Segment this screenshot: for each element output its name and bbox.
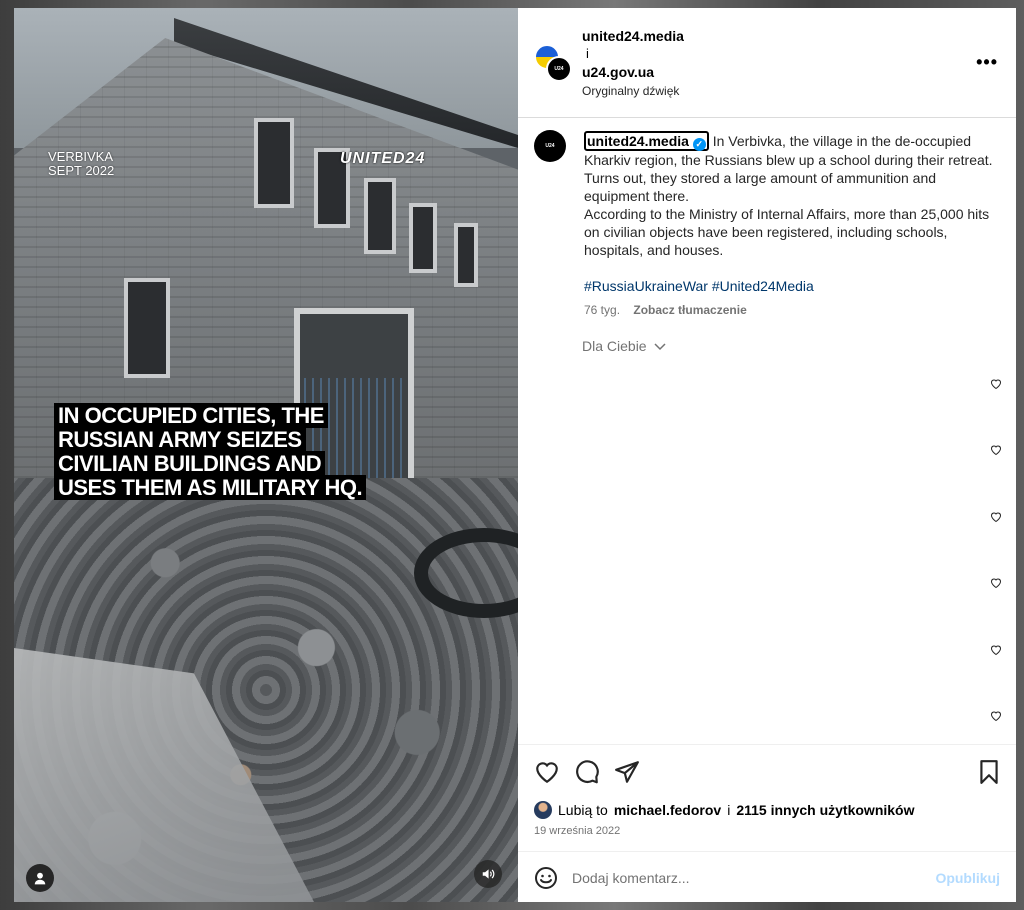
- like-heart-icon[interactable]: [534, 759, 560, 785]
- post-date[interactable]: 19 września 2022: [534, 825, 620, 837]
- caption-hashtags[interactable]: #RussiaUkraineWar #United24Media: [584, 277, 994, 295]
- comment-icon[interactable]: [574, 759, 600, 785]
- likes-summary: Lubią to michael.fedorov i 2115 innych u…: [534, 801, 915, 819]
- comment-like-heart-icon[interactable]: [990, 444, 1002, 456]
- location-date: SEPT 2022: [48, 163, 115, 178]
- caption-meta: 76 tyg. Zobacz tłumaczenie: [584, 301, 994, 319]
- audio-label[interactable]: Oryginalny dźwięk: [582, 84, 679, 98]
- avatar: U24: [546, 56, 572, 82]
- comment-like-heart-icon[interactable]: [990, 511, 1002, 523]
- video-headline: IN OCCUPIED CITIES, THE RUSSIAN ARMY SEI…: [54, 403, 384, 500]
- likes-joiner: i: [727, 802, 731, 818]
- emoji-icon[interactable]: [534, 866, 558, 890]
- comment-bar: Opublikuj: [518, 851, 1016, 903]
- post-side-panel: U24 united24.media i u24.gov.ua Oryginal…: [518, 8, 1016, 902]
- comment-like-heart-icon[interactable]: [990, 710, 1002, 722]
- comment-like-heart-icon[interactable]: [990, 577, 1002, 589]
- video-window: [409, 203, 437, 273]
- liker-username[interactable]: michael.fedorov: [614, 802, 721, 818]
- video-window: [364, 178, 396, 254]
- caption-body: united24.media ✓ In Verbivka, the villag…: [584, 131, 994, 319]
- share-send-icon[interactable]: [614, 759, 640, 785]
- post-header: U24 united24.media i u24.gov.ua Oryginal…: [518, 8, 1016, 118]
- post-age: 76 tyg.: [584, 303, 621, 317]
- tagged-users-button[interactable]: [26, 864, 54, 892]
- location-name: VERBIVKA: [48, 149, 114, 164]
- video-headline-text: IN OCCUPIED CITIES, THE RUSSIAN ARMY SEI…: [54, 403, 367, 500]
- video-window: [254, 118, 294, 208]
- chevron-down-icon: [654, 343, 667, 351]
- comment-input[interactable]: [572, 864, 932, 892]
- publish-button[interactable]: Opublikuj: [935, 870, 1000, 886]
- video-window: [124, 278, 170, 378]
- more-options-icon[interactable]: •••: [976, 52, 998, 73]
- user-icon: [34, 872, 46, 885]
- save-bookmark-icon[interactable]: [976, 759, 1002, 785]
- other-likers-link[interactable]: 2115 innych użytkowników: [736, 802, 914, 818]
- collab-avatars[interactable]: U24: [534, 44, 572, 82]
- post-actions: Lubią to michael.fedorov i 2115 innych u…: [518, 744, 1016, 902]
- avatar[interactable]: [534, 801, 552, 819]
- speaker-icon: [482, 869, 495, 879]
- post-video[interactable]: VERBIVKA SEPT 2022 UNITED24 IN OCCUPIED …: [14, 8, 518, 902]
- avatar[interactable]: U24: [534, 130, 566, 162]
- author-username[interactable]: united24.media: [582, 28, 684, 44]
- collab-joiner: i: [586, 46, 589, 61]
- collaborator-username[interactable]: u24.gov.ua: [582, 64, 654, 80]
- comment-like-heart-icon[interactable]: [990, 644, 1002, 656]
- see-translation-link[interactable]: Zobacz tłumaczenie: [633, 303, 746, 317]
- for-you-label: Dla Ciebie: [582, 338, 647, 354]
- likes-prefix: Lubią to: [558, 802, 608, 818]
- video-brand-watermark: UNITED24: [340, 150, 426, 167]
- location-caption: VERBIVKA SEPT 2022: [48, 150, 114, 178]
- caption-text-continued: According to the Ministry of Internal Af…: [584, 206, 990, 258]
- video-window: [454, 223, 478, 287]
- caption-username[interactable]: united24.media ✓: [584, 131, 709, 151]
- comment-like-heart-icon[interactable]: [990, 378, 1002, 390]
- for-you-dropdown[interactable]: Dla Ciebie: [582, 338, 667, 354]
- mute-button[interactable]: [474, 860, 502, 888]
- post-modal: VERBIVKA SEPT 2022 UNITED24 IN OCCUPIED …: [14, 8, 1016, 902]
- verified-badge-icon: ✓: [692, 138, 706, 151]
- caption-username-text: united24.media: [587, 133, 689, 149]
